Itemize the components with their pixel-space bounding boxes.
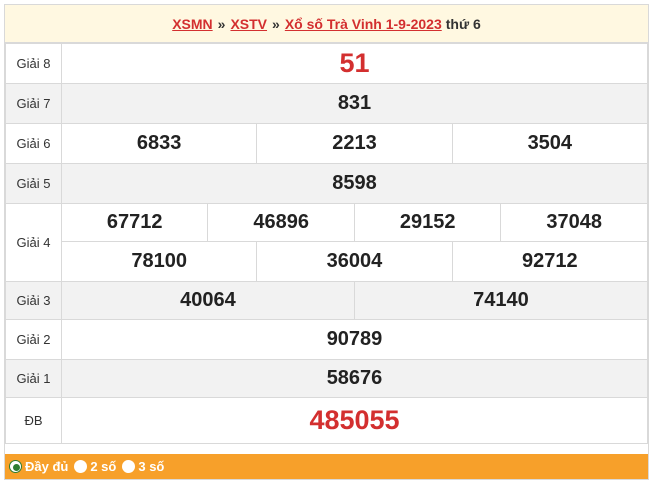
prize-number: 36004 — [256, 241, 453, 282]
prize-number: 831 — [61, 83, 648, 124]
prize-number: 3504 — [451, 123, 649, 164]
prize-label: Giải 1 — [5, 359, 62, 398]
prize-label: Giải 8 — [5, 43, 62, 84]
prize-row-g6: Giải 6 6833 2213 3504 — [5, 123, 649, 164]
prize-label: Giải 3 — [5, 281, 62, 320]
display-mode-bar: Đầy đủ 2 số 3 số — [5, 454, 648, 479]
option-label: Đầy đủ — [25, 459, 69, 474]
prize-number: 92712 — [451, 241, 649, 282]
xsmn-link[interactable]: XSMN — [172, 16, 212, 32]
option-label: 2 số — [90, 459, 117, 474]
prize-row-special: ĐB 485055 — [5, 397, 648, 444]
lottery-results-panel: XSMN » XSTV » Xổ số Trà Vinh 1-9-2023 th… — [4, 4, 649, 480]
prize-number: 8598 — [61, 163, 648, 204]
prize-number: 37048 — [500, 203, 648, 242]
prize-number: 67712 — [60, 203, 209, 242]
radio-checked-icon[interactable] — [9, 460, 22, 473]
prize-number: 29152 — [353, 203, 502, 242]
display-3-digits-option[interactable]: 3 số — [122, 459, 164, 474]
prize-number: 51 — [61, 43, 648, 84]
prize-number: 90789 — [61, 319, 648, 360]
prize-row-g3: Giải 3 40064 74140 — [5, 281, 649, 320]
prize-row-g8: Giải 8 51 — [5, 43, 648, 84]
prize-number: 78100 — [60, 241, 258, 282]
result-date-link[interactable]: Xổ số Trà Vinh 1-9-2023 — [285, 16, 442, 32]
prize-number: 40064 — [61, 281, 355, 320]
display-2-digits-option[interactable]: 2 số — [74, 459, 116, 474]
results-header: XSMN » XSTV » Xổ số Trà Vinh 1-9-2023 th… — [5, 5, 648, 43]
xstv-link[interactable]: XSTV — [230, 16, 267, 32]
prize-row-g7: Giải 7 831 — [5, 83, 648, 124]
radio-unchecked-icon[interactable] — [74, 460, 88, 473]
prize-number: 46896 — [207, 203, 355, 242]
prize-number: 58676 — [61, 359, 648, 398]
prize-number: 6833 — [60, 123, 258, 164]
prize-label: Giải 4 — [5, 203, 62, 282]
breadcrumb-separator: » — [272, 15, 280, 32]
special-prize-number: 485055 — [61, 397, 648, 444]
radio-unchecked-icon[interactable] — [122, 460, 136, 473]
prize-row-g4-b: 78100 36004 92712 — [6, 241, 649, 282]
weekday-label: thứ 6 — [445, 15, 481, 32]
breadcrumb-separator: » — [217, 15, 226, 32]
prize-label: Giải 5 — [5, 163, 62, 204]
prize-label: Giải 6 — [5, 123, 62, 164]
prize-number: 2213 — [256, 123, 453, 164]
prize-row-g2: Giải 2 90789 — [5, 319, 648, 360]
prize-label: ĐB — [5, 397, 62, 444]
prize-row-g5: Giải 5 8598 — [5, 163, 648, 204]
option-label: 3 số — [138, 459, 165, 474]
prize-row-g4-a: Giải 4 67712 46896 29152 37048 — [5, 203, 648, 282]
prize-label: Giải 2 — [5, 319, 62, 360]
results-table: Giải 8 51 Giải 7 831 Giải 6 6833 2213 35… — [5, 43, 649, 444]
prize-label: Giải 7 — [5, 83, 62, 124]
display-full-option[interactable]: Đầy đủ — [9, 459, 68, 474]
prize-number: 74140 — [353, 281, 649, 320]
prize-row-g1: Giải 1 58676 — [5, 359, 648, 398]
